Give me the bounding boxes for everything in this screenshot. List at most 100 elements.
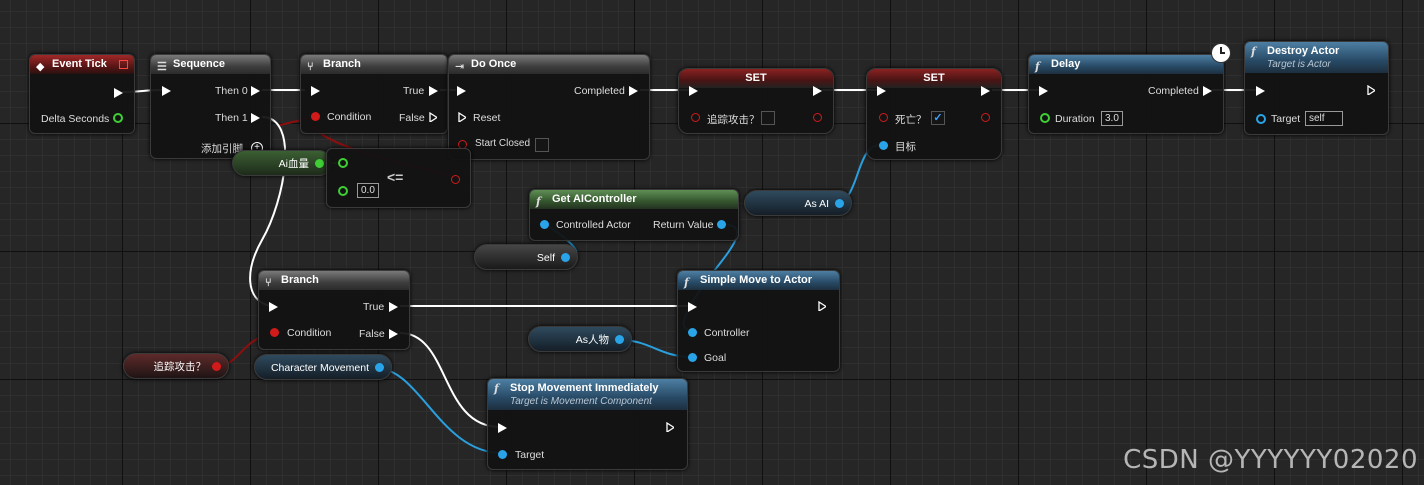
character-movement-variable[interactable]: Character Movement bbox=[254, 354, 392, 380]
variable-out-pin[interactable] bbox=[212, 362, 221, 371]
false-pin[interactable] bbox=[429, 112, 437, 122]
variable-label: Self bbox=[536, 252, 555, 264]
pin-label: Delta Seconds bbox=[41, 113, 110, 125]
do-once-node[interactable]: ⇥ Do Once Completed Reset Start Closed bbox=[448, 54, 650, 160]
exec-in-pin[interactable] bbox=[689, 86, 698, 96]
a-pin[interactable] bbox=[338, 158, 348, 168]
duration-input[interactable]: 3.0 bbox=[1101, 111, 1123, 126]
controller-pin[interactable] bbox=[688, 328, 697, 337]
duration-pin[interactable] bbox=[1040, 113, 1050, 123]
blueprint-graph-canvas[interactable]: ◆ Event Tick Delta Seconds ☰ Sequence Th… bbox=[0, 0, 1424, 485]
node-title: Destroy Actor bbox=[1267, 45, 1340, 57]
return-value-pin[interactable] bbox=[717, 220, 726, 229]
target-input[interactable]: self bbox=[1305, 111, 1343, 126]
false-pin[interactable] bbox=[389, 329, 398, 339]
event-tick-node[interactable]: ◆ Event Tick Delta Seconds bbox=[29, 54, 135, 134]
start-closed-checkbox[interactable] bbox=[535, 138, 549, 152]
exec-in-pin[interactable] bbox=[1256, 86, 1265, 96]
variable-label: Character Movement bbox=[270, 362, 369, 374]
controlled-actor-pin[interactable] bbox=[540, 220, 549, 229]
pin-label: Condition bbox=[287, 327, 332, 339]
variable-label: As人物 bbox=[575, 334, 609, 346]
target-pin[interactable] bbox=[1256, 114, 1266, 124]
b-input[interactable]: 0.0 bbox=[357, 183, 379, 198]
exec-out-pin[interactable] bbox=[813, 86, 822, 96]
branch-node-1[interactable]: ⑂ Branch True Condition False bbox=[300, 54, 448, 134]
node-title: SET bbox=[745, 72, 767, 84]
exec-in-pin[interactable] bbox=[457, 86, 466, 96]
set-dead-node[interactable]: SET 死亡？ ✓ 目标 bbox=[866, 68, 1002, 160]
goal-pin[interactable] bbox=[688, 353, 697, 362]
node-header: ⑂ Branch bbox=[259, 271, 409, 290]
pin-label: Target bbox=[515, 449, 545, 461]
sequence-node[interactable]: ☰ Sequence Then 0 Then 1 添加引脚 + bbox=[150, 54, 271, 159]
true-pin[interactable] bbox=[429, 86, 438, 96]
as-person-variable[interactable]: As人物 bbox=[528, 326, 632, 352]
value-checkbox[interactable]: ✓ bbox=[931, 111, 945, 125]
value-in-pin[interactable] bbox=[691, 113, 700, 122]
node-title: SET bbox=[923, 72, 945, 84]
value-in-pin[interactable] bbox=[879, 113, 888, 122]
reset-pin[interactable] bbox=[458, 112, 466, 122]
completed-pin[interactable] bbox=[629, 86, 638, 96]
then0-pin[interactable] bbox=[251, 86, 260, 96]
as-ai-variable[interactable]: As AI bbox=[744, 190, 852, 216]
exec-wire bbox=[399, 332, 501, 428]
then1-pin[interactable] bbox=[251, 113, 260, 123]
pin-label: 追踪攻击？ bbox=[707, 114, 760, 126]
variable-out-pin[interactable] bbox=[315, 159, 324, 168]
stop-movement-node[interactable]: f Stop Movement Immediately Target is Mo… bbox=[487, 378, 688, 470]
pin-label: Start Closed bbox=[475, 138, 531, 149]
set-chase-node[interactable]: SET 追踪攻击？ bbox=[678, 68, 834, 134]
self-variable[interactable]: Self bbox=[474, 244, 578, 270]
completed-pin[interactable] bbox=[1203, 86, 1212, 96]
delay-node[interactable]: f Delay Completed Duration 3.0 bbox=[1028, 43, 1231, 134]
value-out-pin[interactable] bbox=[981, 113, 990, 122]
target-pin[interactable] bbox=[879, 141, 888, 150]
exec-in-pin[interactable] bbox=[269, 302, 278, 312]
less-equal-node[interactable]: 0.0 <= bbox=[326, 148, 471, 208]
exec-in-pin[interactable] bbox=[877, 86, 886, 96]
exec-out-pin[interactable] bbox=[666, 422, 674, 432]
exec-in-pin[interactable] bbox=[498, 423, 507, 433]
true-pin[interactable] bbox=[389, 302, 398, 312]
node-title: Delay bbox=[1051, 58, 1081, 70]
variable-out-pin[interactable] bbox=[561, 253, 570, 262]
value-out-pin[interactable] bbox=[813, 113, 822, 122]
node-title: Stop Movement Immediately bbox=[510, 382, 659, 394]
delta-seconds-pin[interactable] bbox=[113, 113, 123, 123]
destroy-actor-node[interactable]: f Destroy Actor Target is Actor Target s… bbox=[1244, 41, 1389, 135]
exec-out-pin[interactable] bbox=[114, 88, 123, 98]
exec-out-pin[interactable] bbox=[981, 86, 990, 96]
exec-in-pin[interactable] bbox=[1039, 86, 1048, 96]
variable-label: 追踪攻击？ bbox=[153, 361, 207, 373]
exec-out-pin[interactable] bbox=[1367, 85, 1375, 95]
target-pin[interactable] bbox=[498, 450, 507, 459]
get-ai-controller-node[interactable]: f Get AIController Controlled Actor Retu… bbox=[529, 189, 739, 241]
exec-out-pin[interactable] bbox=[818, 301, 826, 311]
condition-pin[interactable] bbox=[311, 112, 320, 121]
node-header: f Simple Move to Actor bbox=[678, 271, 839, 290]
exec-in-pin[interactable] bbox=[162, 86, 171, 96]
value-checkbox[interactable] bbox=[761, 111, 775, 125]
node-title: Branch bbox=[323, 58, 361, 70]
variable-out-pin[interactable] bbox=[375, 363, 384, 372]
node-header: SET bbox=[679, 69, 833, 88]
exec-in-pin[interactable] bbox=[688, 302, 697, 312]
ai-health-variable[interactable]: Ai血量 bbox=[232, 150, 332, 176]
condition-pin[interactable] bbox=[270, 328, 279, 337]
chase-attack-variable[interactable]: 追踪攻击？ bbox=[123, 353, 229, 379]
simple-move-to-actor-node[interactable]: f Simple Move to Actor Controller Goal bbox=[677, 270, 840, 372]
pin-label: 目标 bbox=[895, 141, 916, 153]
variable-out-pin[interactable] bbox=[615, 335, 624, 344]
variable-out-pin[interactable] bbox=[835, 199, 844, 208]
result-pin[interactable] bbox=[451, 175, 460, 184]
branch-node-2[interactable]: ⑂ Branch True Condition False bbox=[258, 270, 410, 350]
sequence-icon: ☰ bbox=[157, 60, 167, 73]
function-f-icon: f bbox=[684, 276, 689, 289]
node-header: f Stop Movement Immediately Target is Mo… bbox=[488, 379, 687, 410]
node-header: f Destroy Actor Target is Actor bbox=[1245, 42, 1388, 73]
b-pin[interactable] bbox=[338, 186, 348, 196]
node-subtitle: Target is Actor bbox=[1267, 59, 1331, 70]
exec-in-pin[interactable] bbox=[311, 86, 320, 96]
